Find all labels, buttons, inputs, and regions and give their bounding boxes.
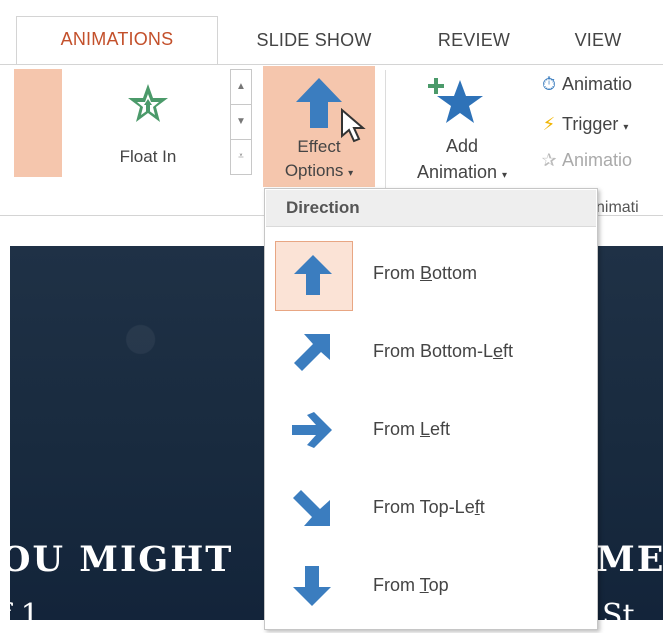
slide-title-fragment-right: ME xyxy=(596,539,663,580)
animation-pane-icon: ⏱ xyxy=(541,74,557,94)
arrow-up-right-icon xyxy=(294,334,330,371)
chevron-down-icon: ▾ xyxy=(502,170,508,181)
arrow-up-icon xyxy=(294,255,332,295)
direction-label: From Bottom-Left xyxy=(373,341,514,361)
effect-options-label-line2: Options ▾ xyxy=(284,161,354,180)
direction-from-bottom-left[interactable]: From Bottom-Left xyxy=(271,319,591,387)
add-animation-label-line2: Animation ▾ xyxy=(416,162,508,182)
direction-from-top-left[interactable]: From Top-Left xyxy=(271,475,591,543)
direction-label: From Left xyxy=(373,419,451,439)
star-float-in-icon xyxy=(128,84,168,122)
gallery-more-button[interactable]: ⩡ xyxy=(230,139,252,175)
tab-animations[interactable]: ANIMATIONS xyxy=(16,16,218,66)
dropdown-header: Direction xyxy=(266,190,596,227)
animation-pane-button[interactable]: ⏱ Animatio xyxy=(536,74,632,102)
gallery-item-float-in[interactable]: Float In xyxy=(78,69,218,177)
slide-title-fragment: OU MIGHT xyxy=(0,539,234,580)
arrow-up-icon xyxy=(296,78,342,128)
direction-from-top[interactable]: From Top xyxy=(271,553,591,621)
gallery-scroll-up-button[interactable]: ▲ xyxy=(230,69,252,105)
tab-slide-show[interactable]: SLIDE SHOW xyxy=(228,24,400,64)
tab-review[interactable]: REVIEW xyxy=(410,24,538,64)
gallery-scroll: ▲ ▼ ⩡ xyxy=(230,69,252,177)
mouse-cursor-icon xyxy=(341,108,366,143)
tab-view[interactable]: VIEW xyxy=(548,24,648,64)
gallery-selected-item[interactable] xyxy=(14,69,62,177)
gallery-item-label: Float In xyxy=(119,147,177,166)
slide-subtitle-fragment-right: St xyxy=(602,598,635,633)
trigger-button[interactable]: ⚡ Trigger ▾ xyxy=(536,114,629,142)
slide-subtitle-fragment: f 1 xyxy=(0,598,40,633)
effect-options-dropdown: Direction From Bottom From Bottom-Left F… xyxy=(264,188,598,630)
direction-label: From Top xyxy=(373,575,449,595)
animation-painter-icon: ✰ xyxy=(541,150,557,170)
animation-painter-button[interactable]: ✰ Animatio xyxy=(536,150,632,178)
add-star-icon xyxy=(428,78,483,123)
chevron-down-icon: ▾ xyxy=(348,168,354,179)
arrow-right-icon xyxy=(292,412,332,448)
add-animation-button[interactable]: Add Animation ▾ xyxy=(392,66,532,187)
direction-from-bottom[interactable]: From Bottom xyxy=(271,241,591,311)
direction-label: From Top-Left xyxy=(373,497,485,517)
direction-label: From Bottom xyxy=(373,263,478,283)
direction-from-left[interactable]: From Left xyxy=(271,397,591,465)
add-animation-label-line1: Add xyxy=(445,136,479,156)
gallery-scroll-down-button[interactable]: ▼ xyxy=(230,104,252,140)
arrow-down-icon xyxy=(293,566,331,606)
arrow-down-right-icon xyxy=(293,490,330,526)
ribbon-tab-bar: ANIMATIONS SLIDE SHOW REVIEW VIEW xyxy=(0,0,663,66)
lightning-icon: ⚡ xyxy=(542,114,556,134)
